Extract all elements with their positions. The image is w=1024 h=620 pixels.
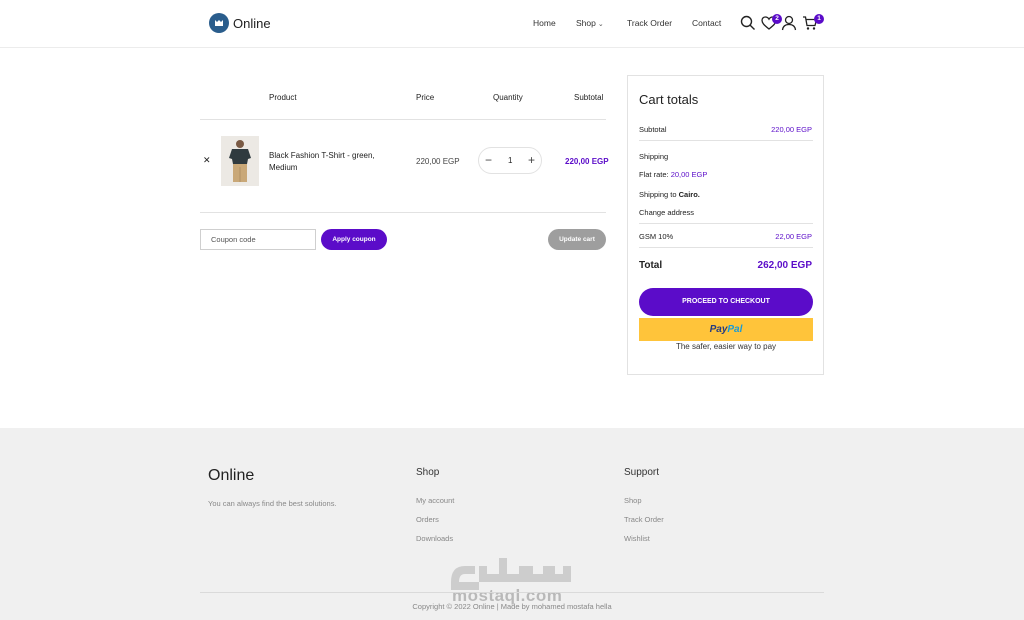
shipping-to-label: Shipping to xyxy=(639,190,677,199)
logo-icon xyxy=(209,13,229,33)
shipping-city: Cairo. xyxy=(678,190,700,199)
divider xyxy=(200,212,606,213)
cart-totals-panel: Cart totals Subtotal 220,00 EGP Shipping… xyxy=(627,75,824,375)
quantity-stepper: − 1 + xyxy=(478,147,542,174)
flat-rate-label: Flat rate: xyxy=(639,170,669,179)
nav-contact[interactable]: Contact xyxy=(692,18,721,28)
footer-link-wishlist[interactable]: Wishlist xyxy=(624,534,650,543)
site-footer: Online You can always find the best solu… xyxy=(0,428,1024,620)
item-subtotal: 220,00 EGP xyxy=(565,157,609,166)
divider xyxy=(639,247,813,248)
footer-shop-heading: Shop xyxy=(416,467,440,478)
footer-link-shop[interactable]: Shop xyxy=(624,496,642,505)
column-header-product: Product xyxy=(269,93,297,102)
update-cart-button[interactable]: Update cart xyxy=(548,229,606,250)
footer-link-orders[interactable]: Orders xyxy=(416,515,439,524)
subtotal-value: 220,00 EGP xyxy=(771,125,812,134)
cart-count-badge: 1 xyxy=(814,14,824,24)
divider xyxy=(200,592,824,593)
site-header: Online Home Shop ⌄ Track Order Contact 2 … xyxy=(0,0,1024,48)
tax-label: GSM 10% xyxy=(639,232,674,241)
shipping-label: Shipping xyxy=(639,152,669,161)
footer-link-track-order[interactable]: Track Order xyxy=(624,515,664,524)
subtotal-label: Subtotal xyxy=(639,125,667,134)
divider xyxy=(639,223,813,224)
remove-item-icon[interactable]: ✕ xyxy=(203,155,211,166)
column-header-subtotal: Subtotal xyxy=(574,93,604,102)
footer-tagline: You can always find the best solutions. xyxy=(208,499,337,508)
tax-value: 22,00 EGP xyxy=(775,232,812,241)
apply-coupon-button[interactable]: Apply coupon xyxy=(321,229,387,250)
plus-icon[interactable]: + xyxy=(528,153,535,167)
divider xyxy=(200,119,606,120)
product-thumbnail[interactable] xyxy=(221,136,259,186)
brand-name: Online xyxy=(233,15,271,31)
chevron-down-icon: ⌄ xyxy=(597,21,604,28)
column-header-price: Price xyxy=(416,93,435,102)
footer-brand: Online xyxy=(208,467,255,484)
quantity-value[interactable]: 1 xyxy=(508,156,512,165)
flat-rate-line: Flat rate: 20,00 EGP xyxy=(639,170,707,179)
nav-home[interactable]: Home xyxy=(533,18,556,28)
paypal-logo-part1: Pay xyxy=(709,324,728,335)
minus-icon[interactable]: − xyxy=(485,153,492,167)
footer-link-downloads[interactable]: Downloads xyxy=(416,534,453,543)
coupon-code-input[interactable] xyxy=(200,229,316,250)
total-value: 262,00 EGP xyxy=(757,260,812,271)
product-name-link[interactable]: Black Fashion T-Shirt - green, Medium xyxy=(269,150,389,174)
footer-support-heading: Support xyxy=(624,467,660,478)
cart-totals-title: Cart totals xyxy=(639,92,699,107)
footer-copyright: Copyright © 2022 Online | Made by mohame… xyxy=(412,602,612,611)
divider xyxy=(639,140,813,141)
column-header-quantity: Quantity xyxy=(493,93,523,102)
shipping-destination: Shipping to Cairo. xyxy=(639,190,700,199)
search-icon[interactable] xyxy=(740,15,756,31)
item-price: 220,00 EGP xyxy=(416,157,460,166)
nav-shop-label: Shop xyxy=(576,18,596,28)
nav-shop[interactable]: Shop ⌄ xyxy=(576,18,604,28)
user-icon[interactable] xyxy=(781,15,797,31)
paypal-button[interactable]: PayPal xyxy=(639,318,813,341)
site-logo[interactable]: Online xyxy=(209,13,271,33)
proceed-to-checkout-button[interactable]: PROCEED TO CHECKOUT xyxy=(639,288,813,316)
change-address-link[interactable]: Change address xyxy=(639,208,694,217)
total-label: Total xyxy=(639,260,663,271)
paypal-tagline: The safer, easier way to pay xyxy=(675,342,777,351)
footer-link-my-account[interactable]: My account xyxy=(416,496,454,505)
nav-track-order[interactable]: Track Order xyxy=(627,18,672,28)
paypal-logo-part2: Pal xyxy=(727,324,743,335)
flat-rate-value: 20,00 EGP xyxy=(670,170,708,179)
